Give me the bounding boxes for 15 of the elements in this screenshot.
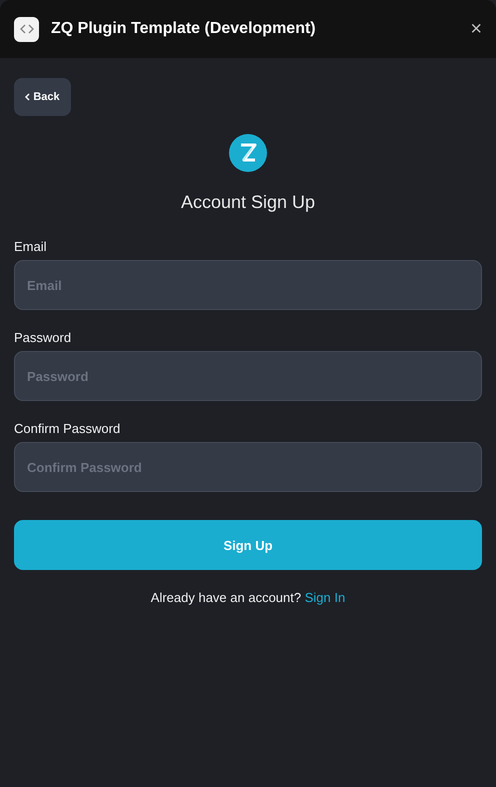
back-button[interactable]: Back — [14, 78, 71, 116]
sign-in-link[interactable]: Sign In — [304, 590, 346, 605]
field-label: Email — [14, 239, 48, 254]
window-title: ZQ Plugin Template (Development) — [51, 20, 317, 38]
field-label: Password — [14, 330, 72, 345]
input-field[interactable]: Confirm Password — [14, 442, 482, 492]
close-button[interactable]: × — [470, 18, 482, 40]
input-field[interactable]: Password — [14, 351, 482, 401]
input-field[interactable]: Email — [14, 260, 482, 310]
chevron-left-icon — [25, 93, 30, 101]
sign-in-prompt: Already have an account? Sign In — [150, 590, 346, 605]
field-label: Confirm Password — [14, 421, 122, 436]
logo-icon — [229, 134, 267, 172]
page-heading: Account Sign Up — [180, 192, 316, 213]
code-icon — [14, 16, 39, 42]
